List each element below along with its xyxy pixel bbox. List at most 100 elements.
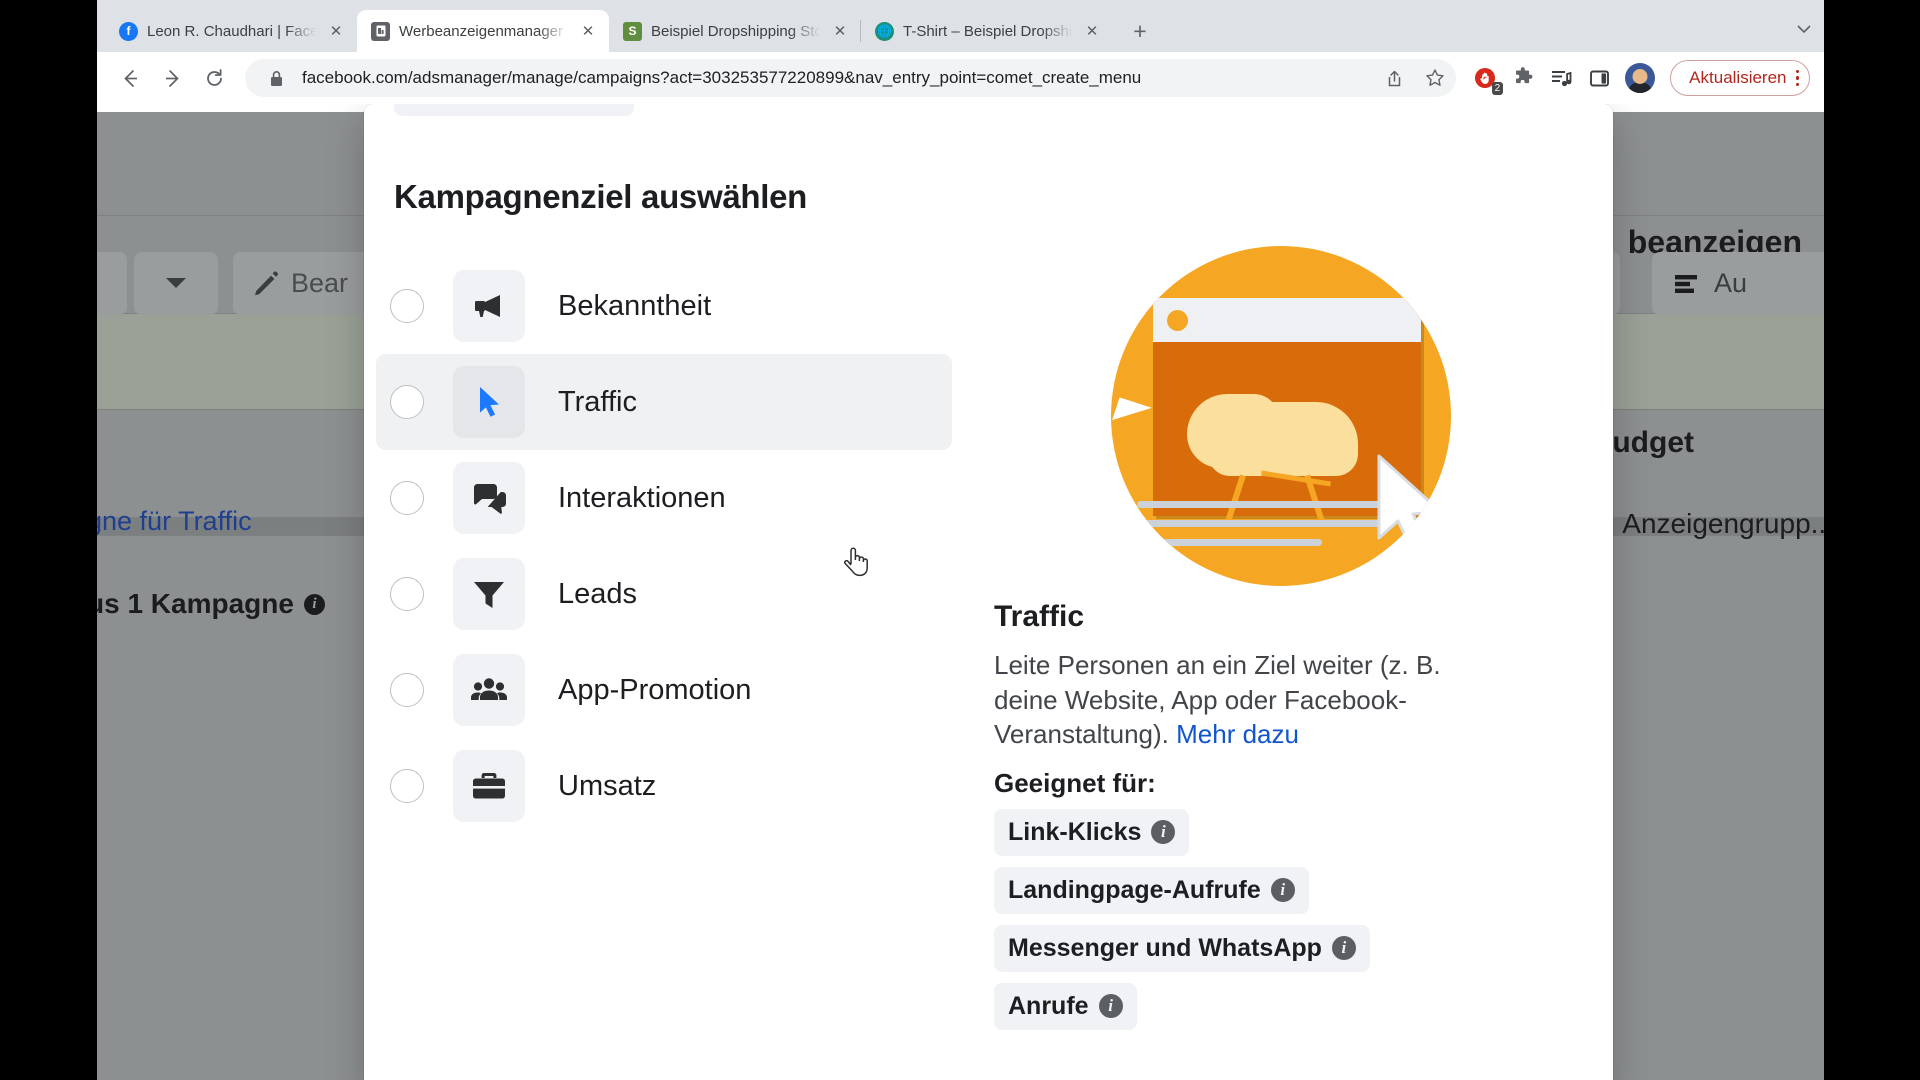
avatar[interactable] <box>1625 63 1656 93</box>
browser-tab-0[interactable]: f Leon R. Chaudhari | Facebook ✕ <box>105 10 357 52</box>
badge-link-klicks[interactable]: Link-Klicks i <box>994 808 1190 856</box>
side-panel-icon[interactable] <box>1582 61 1616 95</box>
objective-label: Bekanntheit <box>558 289 712 322</box>
radio-button[interactable] <box>390 769 424 803</box>
info-icon[interactable]: i <box>1098 994 1123 1019</box>
badge-row: Link-Klicks i <box>982 808 1579 867</box>
share-icon[interactable] <box>1379 63 1409 93</box>
update-button-label: Aktualisieren <box>1689 68 1787 87</box>
radio-button[interactable] <box>390 481 424 515</box>
address-bar[interactable]: facebook.com/adsmanager/manage/campaigns… <box>245 59 1457 97</box>
ads-manager-icon <box>371 21 390 41</box>
adblock-badge-count: 2 <box>1491 82 1504 95</box>
megaphone-icon <box>453 270 525 342</box>
browser-tab-2[interactable]: S Beispiel Dropshipping Store · H ✕ <box>609 10 861 52</box>
pencil-icon <box>255 271 278 295</box>
campaign-objective-dialog: Kampagnenziel auswählen Bekanntheit Traf… <box>364 104 1613 1080</box>
suitable-for-label: Geeignet für: <box>994 767 1156 798</box>
puzzle-extensions-icon[interactable] <box>1506 61 1540 95</box>
people-group-icon <box>453 654 525 726</box>
badge-label: Anrufe <box>1008 991 1089 1020</box>
objective-list: Bekanntheit Traffic Interaktionen Leads … <box>364 236 964 1080</box>
illustration-cursor-small-icon <box>1111 397 1152 431</box>
briefcase-icon <box>453 750 525 822</box>
badge-row: Messenger und WhatsApp i <box>982 924 1579 983</box>
new-tab-button[interactable]: + <box>1123 14 1157 48</box>
update-button[interactable]: Aktualisieren <box>1670 60 1810 96</box>
badge-row: Landingpage-Aufrufe i <box>982 866 1579 925</box>
badge-label: Messenger und WhatsApp <box>1008 933 1322 962</box>
radio-button[interactable] <box>390 673 424 707</box>
dialog-title: Kampagnenziel auswählen <box>394 178 808 215</box>
lock-icon <box>261 63 291 93</box>
reload-button[interactable] <box>195 59 233 97</box>
browser-toolbar: facebook.com/adsmanager/manage/campaigns… <box>97 52 1824 104</box>
badge-messenger-whatsapp[interactable]: Messenger und WhatsApp i <box>994 924 1370 972</box>
star-icon[interactable] <box>1420 63 1450 93</box>
kebab-menu-icon[interactable] <box>1795 69 1799 87</box>
illustration-dot <box>1166 310 1188 331</box>
info-icon[interactable]: i <box>1270 878 1295 903</box>
back-button[interactable] <box>111 59 149 97</box>
objective-option-interaktionen[interactable]: Interaktionen <box>376 450 952 546</box>
detail-title: Traffic <box>994 600 1085 633</box>
background-campaign-count-label: us 1 Kampagne <box>97 588 294 619</box>
radio-button[interactable] <box>390 289 424 323</box>
columns-icon <box>1675 274 1697 293</box>
tab-title: T-Shirt – Beispiel Dropshipping <box>903 22 1072 40</box>
adblock-icon[interactable]: 2 <box>1468 61 1504 95</box>
info-icon[interactable]: i <box>1331 936 1356 961</box>
browser-tab-1[interactable]: Werbeanzeigenmanager - Wer ✕ <box>357 10 609 52</box>
objective-label: Traffic <box>558 385 637 418</box>
dialog-tab-indicator <box>394 104 634 116</box>
objective-label: Interaktionen <box>558 481 726 514</box>
forward-button[interactable] <box>153 59 191 97</box>
url-text: facebook.com/adsmanager/manage/campaigns… <box>302 68 1142 87</box>
cursor-arrow-icon <box>453 366 525 438</box>
mouse-pointer-hand-icon <box>844 547 868 577</box>
more-info-link[interactable]: Mehr dazu <box>1176 719 1299 749</box>
badge-label: Landingpage-Aufrufe <box>1008 875 1261 904</box>
objective-option-bekanntheit[interactable]: Bekanntheit <box>376 258 952 354</box>
background-columns-button[interactable]: Au <box>1652 252 1824 315</box>
tab-strip: f Leon R. Chaudhari | Facebook ✕ Werbean… <box>97 0 1824 52</box>
info-icon[interactable]: i <box>303 593 325 615</box>
objective-detail-panel: Traffic Leite Personen an ein Ziel weite… <box>964 236 1613 1080</box>
badge-row: Anrufe i <box>982 982 1579 1041</box>
reading-list-icon[interactable] <box>1544 61 1578 95</box>
radio-button[interactable] <box>390 385 424 419</box>
objective-option-traffic[interactable]: Traffic <box>376 354 952 450</box>
objective-option-app-promotion[interactable]: App-Promotion <box>376 642 952 738</box>
badge-label: Link-Klicks <box>1008 817 1142 846</box>
funnel-icon <box>453 558 525 630</box>
objective-label: App-Promotion <box>558 673 752 706</box>
background-campaign-link[interactable]: gne für Traffic <box>97 506 252 537</box>
background-adgroup-cell: Anzeigengrupp... <box>1622 508 1824 539</box>
badge-landingpage-aufrufe[interactable]: Landingpage-Aufrufe i <box>994 866 1309 914</box>
info-icon[interactable]: i <box>1151 820 1176 845</box>
background-columns-label: Au <box>1714 268 1748 298</box>
tab-title: Leon R. Chaudhari | Facebook <box>147 22 316 40</box>
background-dropdown-button[interactable] <box>134 252 218 315</box>
close-tab-icon[interactable]: ✕ <box>1081 20 1103 42</box>
browser-tab-3[interactable]: 🌐 T-Shirt – Beispiel Dropshipping ✕ <box>860 10 1113 52</box>
browser-window: f Leon R. Chaudhari | Facebook ✕ Werbean… <box>97 0 1824 1080</box>
detail-description: Leite Personen an ein Ziel weiter (z. B.… <box>994 648 1464 752</box>
tab-search-chevron-down-icon[interactable] <box>1784 9 1824 49</box>
traffic-click-illustration <box>1110 246 1451 586</box>
background-campaign-count: us 1 Kampagne i <box>97 588 325 620</box>
background-button-partial[interactable] <box>97 252 127 315</box>
facebook-icon: f <box>119 21 138 41</box>
objective-option-umsatz[interactable]: Umsatz <box>376 738 952 834</box>
background-edit-label: Bear <box>291 268 349 298</box>
close-tab-icon[interactable]: ✕ <box>577 20 599 42</box>
tab-title: Werbeanzeigenmanager - Wer <box>399 22 568 40</box>
dialog-body: Bekanntheit Traffic Interaktionen Leads … <box>364 236 1613 1080</box>
badge-anrufe[interactable]: Anrufe i <box>994 982 1137 1030</box>
illustration-browser-bar <box>1152 298 1421 342</box>
close-tab-icon[interactable]: ✕ <box>829 20 851 42</box>
objective-label: Umsatz <box>558 769 657 802</box>
radio-button[interactable] <box>390 577 424 611</box>
close-tab-icon[interactable]: ✕ <box>325 20 347 42</box>
chat-bubbles-icon <box>453 462 525 534</box>
